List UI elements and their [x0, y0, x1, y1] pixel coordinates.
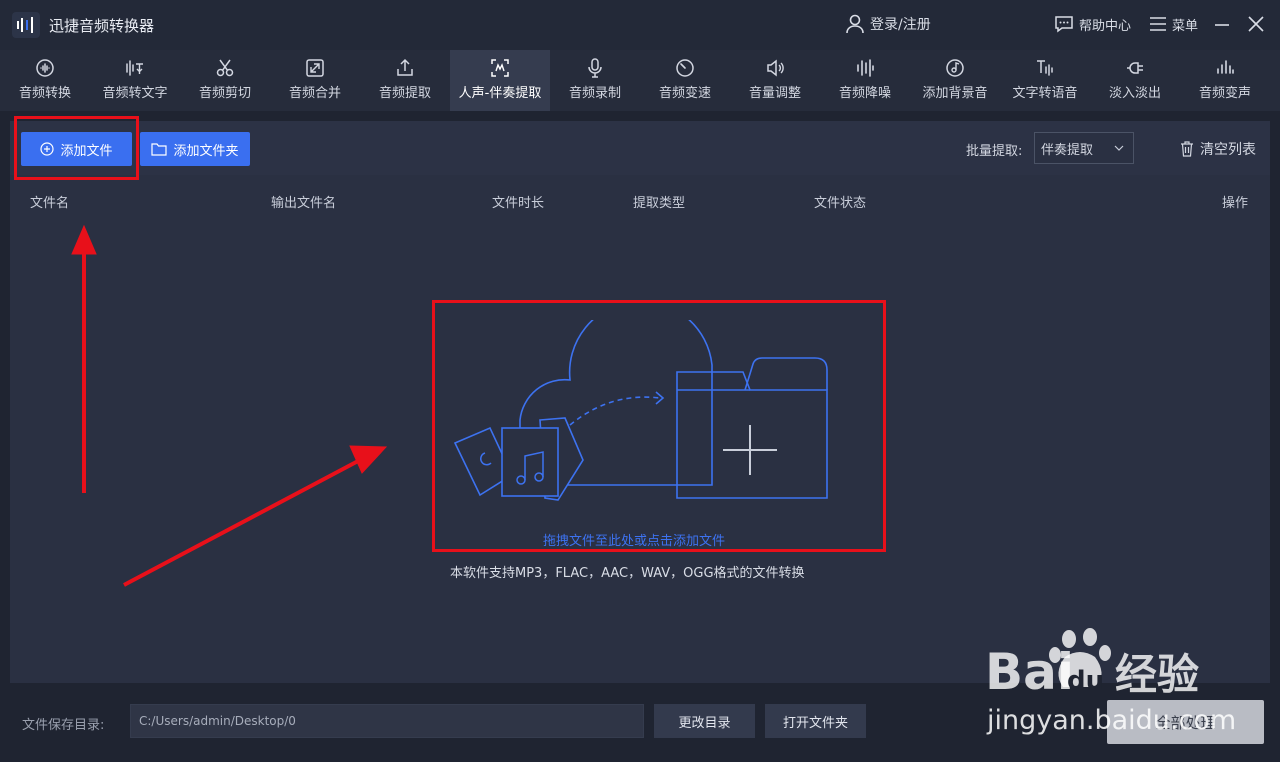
watermark-url: jingyan.baidu.com	[986, 705, 1235, 736]
save-directory-label: 文件保存目录:	[22, 718, 105, 733]
open-folder-button[interactable]: 打开文件夹	[765, 704, 866, 738]
arrow-diagonal-icon	[123, 458, 361, 587]
change-directory-button[interactable]: 更改目录	[654, 704, 755, 738]
baidu-jingyan-watermark: Bai du 经验 jingyan.baidu.com	[985, 628, 1235, 736]
save-directory-value: C:/Users/admin/Desktop/0	[139, 714, 296, 728]
watermark-brand-du: du	[1067, 666, 1104, 696]
watermark-brand-suffix: 经验	[1115, 650, 1199, 699]
watermark-brand: Bai	[985, 643, 1074, 701]
save-directory-input[interactable]: C:/Users/admin/Desktop/0	[130, 704, 644, 738]
